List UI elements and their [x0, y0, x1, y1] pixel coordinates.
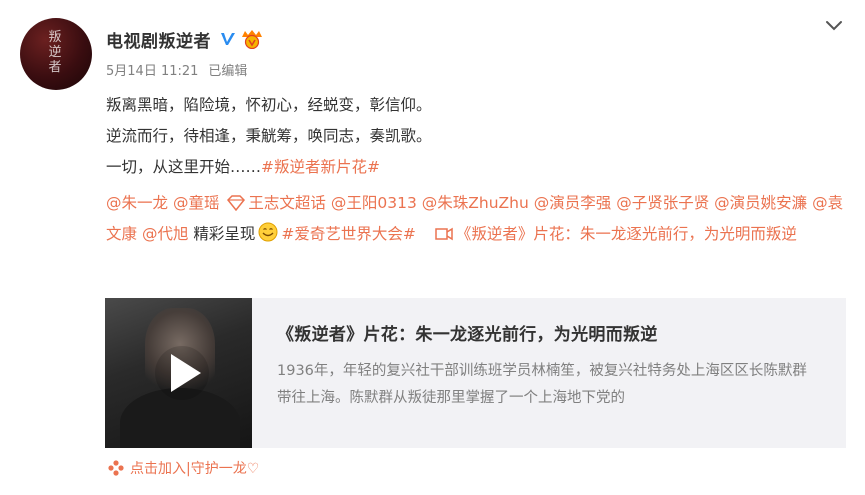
mention-li-qiang[interactable]: @演员李强	[534, 194, 612, 212]
video-info: 《叛逆者》片花：朱一龙逐光前行，为光明而叛逆 1936年，年轻的复兴社干部训练班…	[252, 298, 817, 448]
highlight-text: 精彩呈现	[193, 225, 256, 243]
video-card[interactable]: 《叛逆者》片花：朱一龙逐光前行，为光明而叛逆 1936年，年轻的复兴社干部训练班…	[105, 298, 846, 448]
mention-zhang-zixian[interactable]: @子贤张子贤	[616, 194, 709, 212]
mentions-paragraph: @朱一龙 @童瑶 王志文超话 @王阳0313 @朱珠ZhuZhu @演员李强 @…	[106, 188, 846, 250]
video-link[interactable]: 《叛逆者》片花：朱一龙逐光前行，为光明而叛逆	[456, 225, 797, 243]
smile-emoji-icon	[258, 222, 278, 242]
video-title[interactable]: 《叛逆者》片花：朱一龙逐光前行，为光明而叛逆	[277, 320, 817, 345]
author-name[interactable]: 电视剧叛逆者	[106, 27, 211, 52]
flower-icon	[108, 460, 124, 476]
hashtag-iqiyi-conference[interactable]: #爱奇艺世界大会#	[281, 225, 415, 243]
post-line-2: 逆流而行，待相逢，秉觥筹，唤同志，奏凯歌。	[106, 127, 432, 145]
mention-zhu-yilong[interactable]: @朱一龙	[106, 194, 168, 212]
mention-tong-yao[interactable]: @童瑶	[173, 194, 220, 212]
super-topic-icon	[227, 195, 246, 211]
super-topic-wang-zhiwen[interactable]: 王志文超话	[248, 194, 326, 212]
avatar-text: 叛逆者	[48, 30, 62, 75]
post-header: 电视剧叛逆者	[106, 26, 264, 52]
join-fan-group-text[interactable]: 点击加入|守护一龙♡	[130, 458, 259, 478]
weibo-post-card: 叛逆者 电视剧叛逆者 5月14日 11:21 已编辑 叛离黑暗，陷险境，怀初心，…	[0, 0, 865, 495]
post-meta: 5月14日 11:21 已编辑	[106, 60, 247, 79]
chevron-down-icon[interactable]	[822, 14, 846, 36]
video-description: 1936年，年轻的复兴社干部训练班学员林楠笙，被复兴社特务处上海区区长陈默群带往…	[277, 363, 807, 406]
post-line-1: 叛离黑暗，陷险境，怀初心，经蜕变，彰信仰。	[106, 96, 432, 114]
join-fan-group-link[interactable]: 点击加入|守护一龙♡	[108, 458, 259, 478]
post-line-3-text: 一切，从这里开始……	[106, 158, 262, 176]
post-date[interactable]: 5月14日 11:21	[106, 60, 198, 79]
mention-dai-xu[interactable]: @代旭	[142, 225, 189, 243]
hashtag-new-clip[interactable]: #叛逆者新片花#	[261, 158, 380, 176]
avatar[interactable]: 叛逆者	[20, 18, 92, 90]
play-icon[interactable]	[153, 344, 211, 402]
edited-label[interactable]: 已编辑	[208, 60, 247, 79]
post-body: 叛离黑暗，陷险境，怀初心，经蜕变，彰信仰。 逆流而行，待相逢，秉觥筹，唤同志，奏…	[106, 90, 846, 250]
mention-wang-yang[interactable]: @王阳0313	[331, 194, 417, 212]
vip-badge-icon[interactable]	[240, 29, 264, 49]
post-line-3: 一切，从这里开始……#叛逆者新片花#	[106, 152, 846, 183]
video-thumbnail[interactable]	[105, 298, 252, 448]
mention-yao-anlian[interactable]: @演员姚安濂	[714, 194, 807, 212]
mention-zhu-zhu[interactable]: @朱珠ZhuZhu	[422, 194, 529, 212]
video-link-icon	[435, 227, 453, 241]
verified-icon[interactable]	[219, 30, 237, 48]
